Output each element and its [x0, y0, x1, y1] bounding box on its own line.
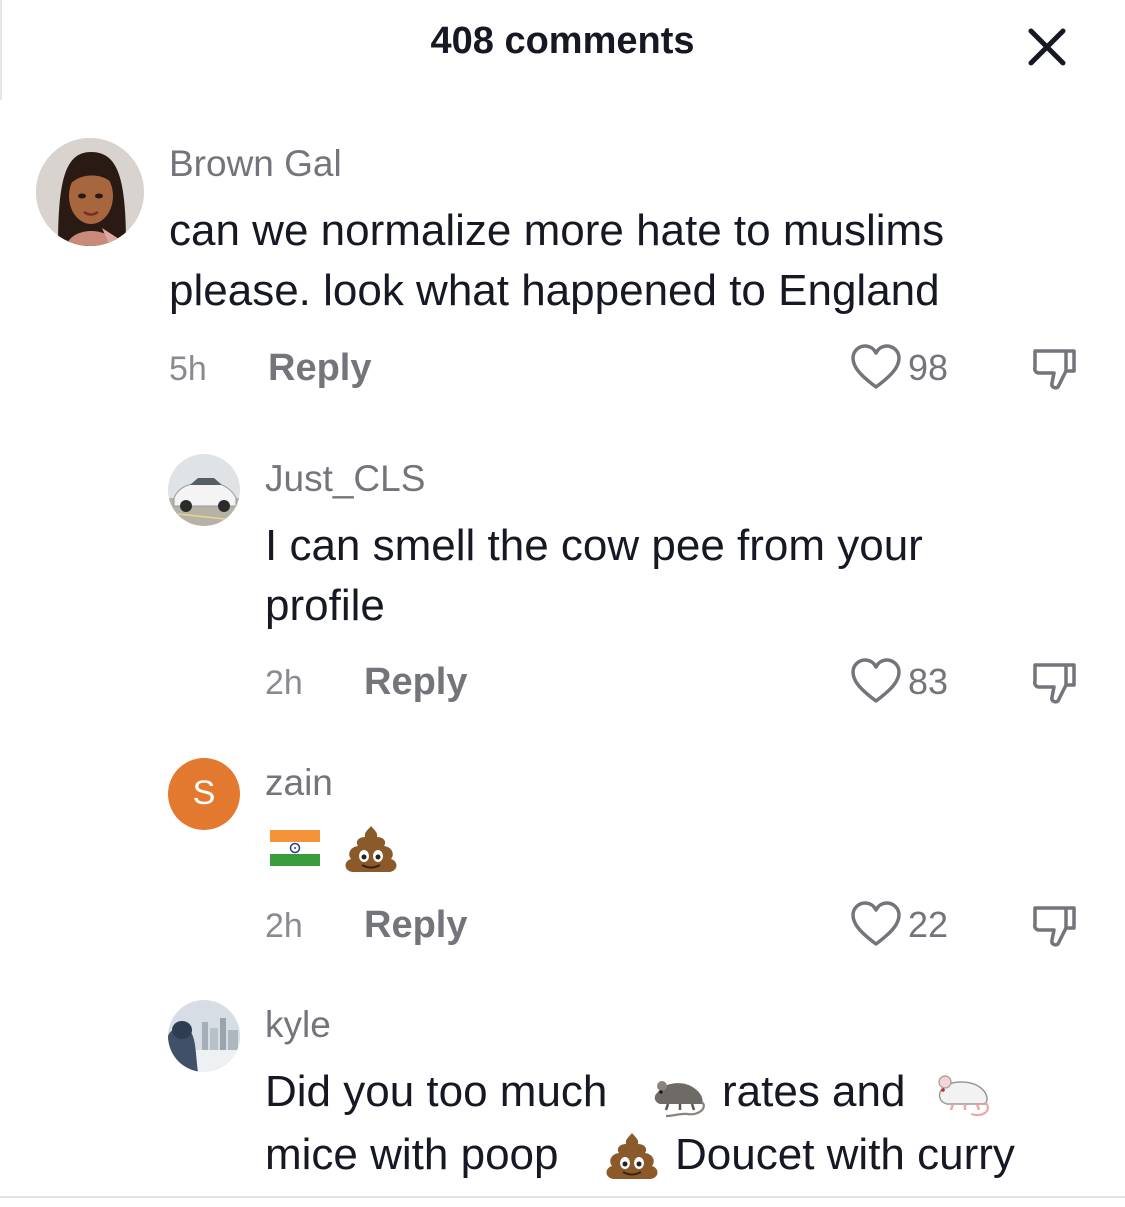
- pile-of-poo-emoji-icon: [345, 826, 397, 872]
- avatar[interactable]: S: [168, 758, 240, 830]
- comment-text-segment: mice with poop: [265, 1130, 559, 1179]
- comment-text-segment: Doucet with curry: [675, 1130, 1015, 1179]
- dislike-button[interactable]: [1030, 902, 1080, 952]
- reply-button[interactable]: Reply: [268, 347, 371, 390]
- pile-of-poo-emoji-icon: [606, 1133, 658, 1179]
- reply-button[interactable]: Reply: [364, 661, 467, 704]
- white-car-photo-avatar-icon: [168, 454, 240, 526]
- comment-timestamp: 5h: [169, 350, 207, 388]
- comment-timestamp: 2h: [265, 664, 303, 702]
- india-flag-emoji-icon: [270, 830, 320, 866]
- mouse-emoji-icon: [938, 1075, 989, 1117]
- reply-button[interactable]: Reply: [364, 904, 467, 947]
- comment-text-segment: rates and: [722, 1067, 906, 1116]
- comment-text-segment: Did you too much: [265, 1067, 608, 1116]
- comment-username[interactable]: kyle: [265, 1004, 331, 1046]
- comments-header: 408 comments: [0, 0, 1125, 90]
- avatar-letter: S: [192, 774, 216, 812]
- comment-username[interactable]: zain: [265, 762, 333, 804]
- city-winter-photo-avatar-icon: [168, 1000, 240, 1072]
- like-count: 83: [908, 661, 949, 702]
- bottom-divider: [0, 1196, 1125, 1198]
- comment-username[interactable]: Just_CLS: [265, 458, 425, 500]
- dislike-button[interactable]: [1030, 345, 1080, 395]
- close-button[interactable]: [1022, 22, 1072, 72]
- avatar[interactable]: [168, 454, 240, 526]
- comment-timestamp: 2h: [265, 907, 303, 945]
- avatar[interactable]: [168, 1000, 240, 1072]
- thumbs-down-icon: [1033, 906, 1076, 947]
- comment-text-line: profile: [265, 581, 385, 630]
- thumbs-down-icon: [1033, 349, 1076, 390]
- thumbs-down-icon: [1033, 663, 1076, 704]
- comment-text-line: mice with poop Doucet with curry: [265, 1125, 1115, 1185]
- heart-icon: [851, 344, 901, 389]
- like-button[interactable]: 98: [850, 343, 960, 393]
- comment-text-line: can we normalize more hate to muslims: [169, 206, 945, 255]
- heart-icon: [851, 901, 901, 946]
- like-button[interactable]: 83: [850, 657, 960, 707]
- heart-icon: [851, 658, 901, 703]
- close-icon: [1028, 28, 1066, 66]
- comment-username[interactable]: Brown Gal: [169, 143, 342, 185]
- avatar[interactable]: [36, 138, 144, 246]
- dislike-button[interactable]: [1030, 659, 1080, 709]
- rat-emoji-icon: [654, 1081, 705, 1118]
- like-button[interactable]: 22: [850, 900, 960, 950]
- like-count: 98: [908, 347, 949, 388]
- comment-text-line: I can smell the cow pee from your: [265, 521, 923, 570]
- comment-text-line: please. look what happened to England: [169, 266, 940, 315]
- illustrated-woman-avatar-icon: [36, 138, 144, 246]
- like-count: 22: [908, 904, 949, 945]
- comment-text-line: Did you too much rates and: [265, 1062, 1115, 1122]
- comments-count-title: 408 comments: [430, 20, 695, 62]
